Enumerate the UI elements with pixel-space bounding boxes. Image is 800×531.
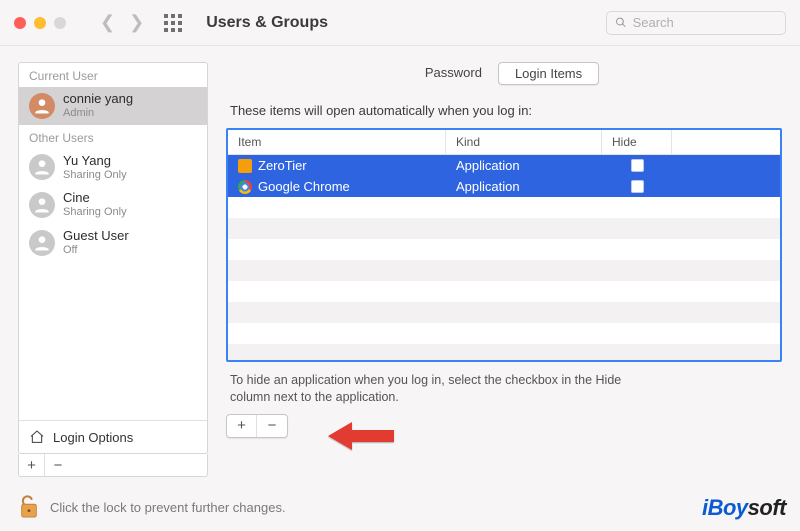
login-options-button[interactable]: Login Options bbox=[19, 420, 207, 453]
hide-hint-text: To hide an application when you log in, … bbox=[230, 372, 660, 406]
user-role: Sharing Only bbox=[63, 206, 127, 219]
user-role: Admin bbox=[63, 107, 133, 120]
user-name: Yu Yang bbox=[63, 154, 127, 169]
tab-login-items[interactable]: Login Items bbox=[498, 62, 599, 85]
home-icon bbox=[29, 429, 45, 445]
table-body: ZeroTier Application Google Chrome Appli… bbox=[228, 155, 780, 360]
table-header: Item Kind Hide bbox=[228, 130, 780, 155]
col-header-kind[interactable]: Kind bbox=[446, 130, 602, 154]
window-title: Users & Groups bbox=[206, 14, 328, 32]
sidebar-section-current: Current User bbox=[19, 63, 207, 87]
remove-login-item-button[interactable]: − bbox=[257, 415, 287, 437]
content-area: Current User connie yang Admin Other Use… bbox=[0, 46, 800, 483]
table-row[interactable]: ZeroTier Application bbox=[228, 155, 780, 176]
toolbar: ❮ ❯ Users & Groups bbox=[0, 0, 800, 46]
user-name: connie yang bbox=[63, 92, 133, 107]
login-items-table: Item Kind Hide ZeroTier Application bbox=[226, 128, 782, 362]
item-name: Google Chrome bbox=[258, 179, 350, 194]
sidebar-section-other: Other Users bbox=[19, 125, 207, 149]
tab-password[interactable]: Password bbox=[409, 62, 498, 85]
zoom-window-button[interactable] bbox=[54, 17, 66, 29]
footer: Click the lock to prevent further change… bbox=[0, 483, 800, 531]
app-icon bbox=[238, 159, 252, 173]
avatar bbox=[29, 154, 55, 180]
close-window-button[interactable] bbox=[14, 17, 26, 29]
user-row-current[interactable]: connie yang Admin bbox=[19, 87, 207, 125]
login-items-add-remove: + − bbox=[226, 414, 288, 438]
sidebar-add-remove-bar: + − bbox=[18, 454, 208, 477]
nav-arrows: ❮ ❯ bbox=[100, 12, 144, 33]
search-field[interactable] bbox=[606, 11, 786, 35]
remove-user-button[interactable]: − bbox=[45, 454, 71, 476]
search-input[interactable] bbox=[633, 15, 777, 30]
user-row[interactable]: Cine Sharing Only bbox=[19, 186, 207, 224]
user-row[interactable]: Yu Yang Sharing Only bbox=[19, 149, 207, 187]
user-role: Sharing Only bbox=[63, 169, 127, 182]
watermark: iBoysoft bbox=[702, 495, 786, 521]
table-row[interactable]: Google Chrome Application bbox=[228, 176, 780, 197]
search-icon bbox=[615, 16, 627, 29]
user-name: Cine bbox=[63, 191, 127, 206]
user-name: Guest User bbox=[63, 229, 129, 244]
sidebar: Current User connie yang Admin Other Use… bbox=[18, 62, 208, 477]
main-panel: Password Login Items These items will op… bbox=[226, 62, 782, 477]
forward-button[interactable]: ❯ bbox=[129, 12, 144, 33]
lock-icon[interactable] bbox=[18, 493, 40, 521]
login-options-label: Login Options bbox=[53, 430, 133, 445]
add-login-item-button[interactable]: + bbox=[227, 415, 257, 437]
hide-checkbox[interactable] bbox=[631, 180, 644, 193]
col-header-item[interactable]: Item bbox=[228, 130, 446, 154]
user-role: Off bbox=[63, 244, 129, 257]
window-controls bbox=[14, 17, 66, 29]
avatar bbox=[29, 93, 55, 119]
show-all-prefs-button[interactable] bbox=[164, 14, 182, 32]
avatar bbox=[29, 230, 55, 256]
back-button[interactable]: ❮ bbox=[100, 12, 115, 33]
login-items-description: These items will open automatically when… bbox=[230, 103, 782, 118]
col-header-hide[interactable]: Hide bbox=[602, 130, 672, 154]
tab-bar: Password Login Items bbox=[226, 62, 782, 85]
minimize-window-button[interactable] bbox=[34, 17, 46, 29]
window: ❮ ❯ Users & Groups Current User conn bbox=[0, 0, 800, 531]
add-user-button[interactable]: + bbox=[19, 454, 45, 476]
user-row[interactable]: Guest User Off bbox=[19, 224, 207, 262]
app-icon bbox=[238, 180, 252, 194]
lock-hint-text: Click the lock to prevent further change… bbox=[50, 500, 286, 515]
item-kind: Application bbox=[456, 158, 520, 173]
avatar bbox=[29, 192, 55, 218]
item-name: ZeroTier bbox=[258, 158, 307, 173]
item-kind: Application bbox=[456, 179, 520, 194]
hide-checkbox[interactable] bbox=[631, 159, 644, 172]
